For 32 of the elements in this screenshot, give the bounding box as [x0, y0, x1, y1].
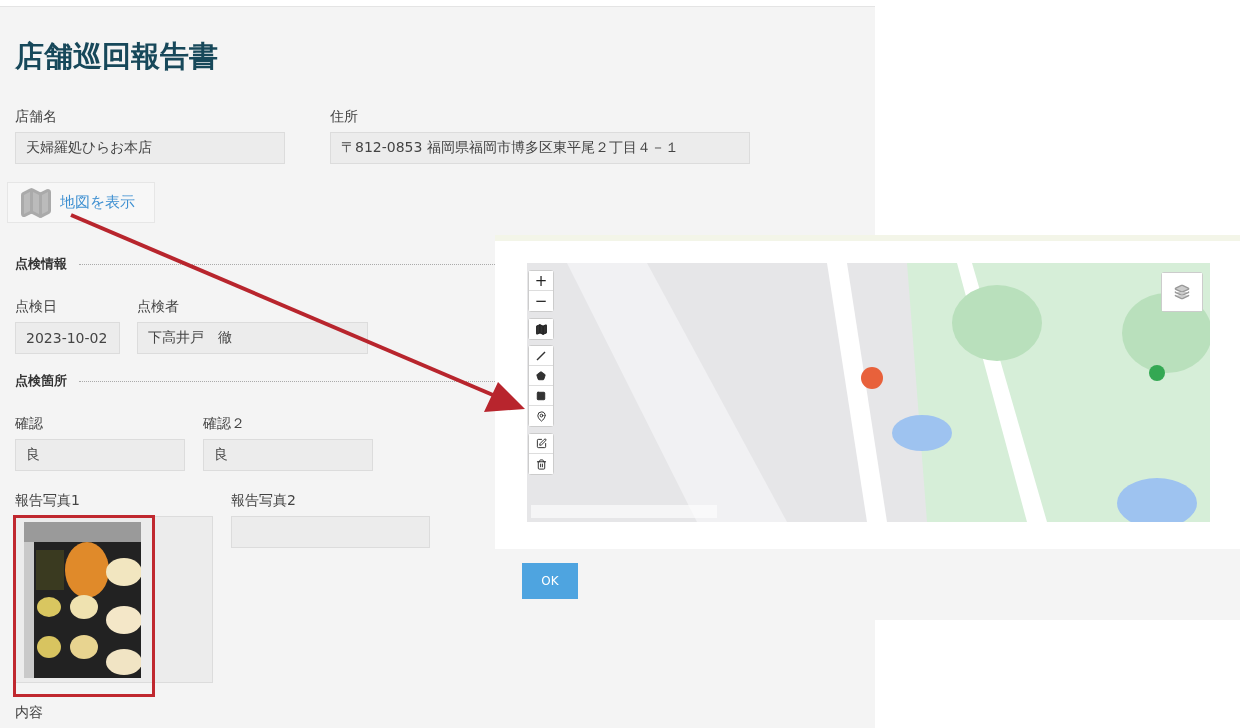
- field-label: 内容: [15, 703, 43, 721]
- map-type-button[interactable]: [529, 319, 553, 339]
- field-label: 住所: [330, 107, 359, 125]
- text-field[interactable]: 良: [15, 439, 185, 471]
- field-label: 確認２: [203, 414, 246, 432]
- photo-field[interactable]: [15, 516, 213, 683]
- layers-button[interactable]: [1162, 273, 1202, 311]
- field-label: 確認: [15, 414, 44, 432]
- map-pin-icon: [535, 410, 547, 422]
- text-field[interactable]: 〒812-0853 福岡県福岡市博多区東平尾２丁目４－１: [330, 132, 750, 164]
- photo-field[interactable]: [231, 516, 430, 548]
- field-label: 店舗名: [15, 107, 58, 125]
- section-heading: 点検箇所: [15, 372, 67, 390]
- zoom-in-button[interactable]: +: [529, 271, 553, 291]
- field-label: 報告写真1: [15, 491, 81, 509]
- trash-icon: [535, 458, 547, 470]
- page-title: 店舗巡回報告書: [15, 38, 219, 75]
- map-icon: [534, 322, 548, 336]
- pentagon-icon: [536, 370, 546, 381]
- text-field[interactable]: 下高井戸 徹: [137, 322, 368, 354]
- edit-button[interactable]: [529, 434, 553, 454]
- field-label: 点検者: [137, 297, 180, 315]
- square-icon: [536, 390, 546, 401]
- text-field[interactable]: 良: [203, 439, 373, 471]
- layers-icon: [1174, 284, 1190, 300]
- field-label: 報告写真2: [231, 491, 297, 509]
- text-field[interactable]: 天婦羅処ひらお本店: [15, 132, 285, 164]
- line-icon: [536, 350, 546, 361]
- text-field[interactable]: 2023-10-02: [15, 322, 120, 354]
- edit-icon: [535, 438, 547, 449]
- field-label: 点検日: [15, 297, 58, 315]
- section-heading: 点検情報: [15, 255, 67, 273]
